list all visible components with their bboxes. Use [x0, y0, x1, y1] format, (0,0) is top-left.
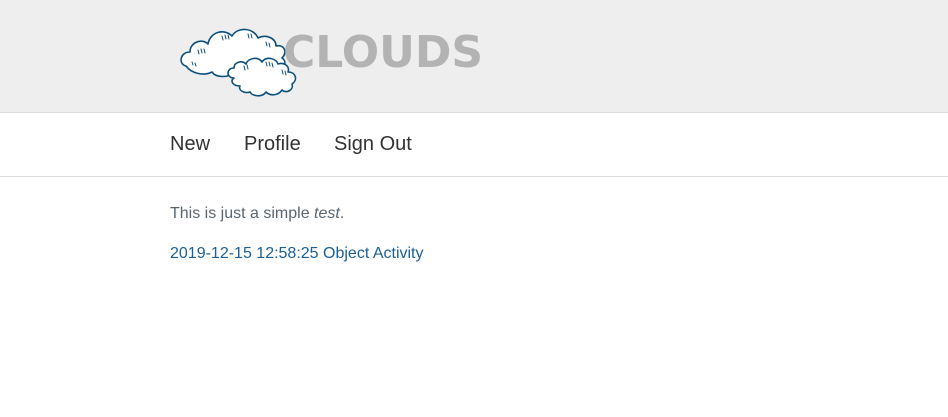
intro-suffix: .	[339, 205, 345, 222]
nav-profile-link[interactable]: Profile	[244, 132, 301, 156]
nav-new-link[interactable]: New	[170, 132, 210, 156]
main-content: This is just a simple test. 2019-12-15 1…	[170, 204, 870, 264]
activity-link[interactable]: 2019-12-15 12:58:25 Object Activity	[170, 244, 424, 264]
site-header: CLOUDS	[0, 0, 948, 113]
intro-prefix: This is just a simple	[170, 205, 315, 222]
intro-text: This is just a simple test.	[170, 204, 870, 224]
intro-emphasis: test	[314, 205, 340, 222]
logo-text: CLOUDS	[283, 27, 484, 78]
main-nav: New Profile Sign Out	[0, 113, 948, 177]
nav-sign-out-link[interactable]: Sign Out	[334, 132, 412, 156]
